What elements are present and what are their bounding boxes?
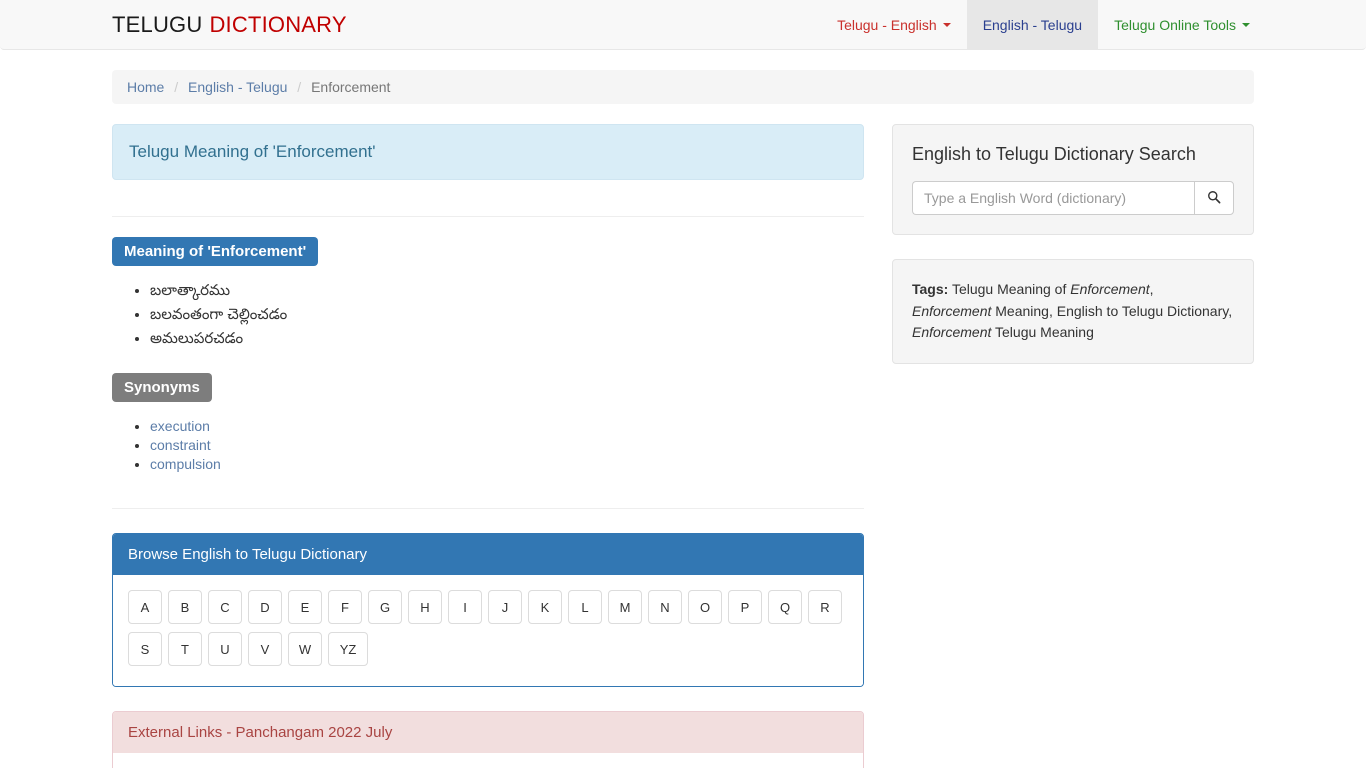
external-links-panel: External Links - Panchangam 2022 July 01… bbox=[112, 711, 864, 768]
main-content: Telugu Meaning of 'Enforcement' Meaning … bbox=[112, 124, 864, 768]
letter-button-i[interactable]: I bbox=[448, 590, 482, 625]
breadcrumb-section[interactable]: English - Telugu bbox=[188, 79, 287, 95]
browse-panel-title: Browse English to Telugu Dictionary bbox=[113, 534, 863, 576]
site-logo[interactable]: TELUGU DICTIONARY bbox=[0, 0, 347, 49]
letter-button-o[interactable]: O bbox=[688, 590, 722, 625]
tags-text-2: , bbox=[1149, 281, 1154, 297]
synonyms-section: Synonyms execution constraint compulsion bbox=[112, 373, 864, 472]
synonym-link-compulsion[interactable]: compulsion bbox=[150, 456, 221, 472]
list-item: అమలుపరచడం bbox=[150, 328, 864, 350]
list-item: constraint bbox=[150, 437, 864, 453]
letter-button-l[interactable]: L bbox=[568, 590, 602, 625]
breadcrumb-separator: / bbox=[297, 79, 302, 95]
letter-button-m[interactable]: M bbox=[608, 590, 642, 625]
letter-button-c[interactable]: C bbox=[208, 590, 242, 625]
synonyms-heading: Synonyms bbox=[112, 373, 212, 403]
letter-button-t[interactable]: T bbox=[168, 632, 202, 667]
browse-dictionary-panel: Browse English to Telugu Dictionary A B … bbox=[112, 533, 864, 688]
divider bbox=[112, 216, 864, 217]
letter-button-q[interactable]: Q bbox=[768, 590, 802, 625]
page-title: Telugu Meaning of 'Enforcement' bbox=[112, 124, 864, 180]
tags-text-3: Meaning, English to Telugu Dictionary, bbox=[991, 302, 1233, 319]
chevron-down-icon bbox=[942, 22, 951, 27]
tags-label: Tags: bbox=[912, 281, 949, 297]
letter-button-b[interactable]: B bbox=[168, 590, 202, 625]
synonym-link-execution[interactable]: execution bbox=[150, 418, 210, 434]
nav-item-telugu-online-tools[interactable]: Telugu Online Tools bbox=[1098, 0, 1266, 49]
logo-text-primary: TELUGU bbox=[112, 11, 203, 37]
browse-panel-body: A B C D E F G H I J K L M N O P Q R S T … bbox=[113, 575, 863, 687]
letter-button-f[interactable]: F bbox=[328, 590, 362, 625]
nav-label: Telugu Online Tools bbox=[1114, 16, 1236, 33]
breadcrumb-home[interactable]: Home bbox=[127, 79, 164, 95]
meaning-list: బలాత్కారము బలవంతంగా చెల్లించడం అమలుపరచడం bbox=[112, 280, 864, 349]
chevron-down-icon bbox=[1242, 22, 1250, 27]
nav-label: Telugu - English bbox=[837, 16, 937, 33]
search-button[interactable] bbox=[1194, 181, 1234, 215]
breadcrumb-current: Enforcement bbox=[311, 79, 391, 95]
sidebar: English to Telugu Dictionary Search Type… bbox=[892, 124, 1254, 388]
letter-button-e[interactable]: E bbox=[288, 590, 322, 625]
external-panel-title: External Links - Panchangam 2022 July bbox=[113, 712, 863, 754]
tags-emphasis-3: Enforcement bbox=[912, 324, 992, 341]
content-row: Telugu Meaning of 'Enforcement' Meaning … bbox=[112, 124, 1254, 768]
list-item: compulsion bbox=[150, 456, 864, 472]
letter-button-n[interactable]: N bbox=[648, 590, 682, 625]
synonyms-list: execution constraint compulsion bbox=[112, 418, 864, 472]
letter-button-s[interactable]: S bbox=[128, 632, 162, 667]
search-panel: English to Telugu Dictionary Search bbox=[892, 124, 1254, 235]
letter-button-g[interactable]: G bbox=[368, 590, 402, 625]
letter-button-r[interactable]: R bbox=[808, 590, 842, 625]
external-panel-body: 01 02 03 04 05 06 07 08 09 10 11 12 13 1… bbox=[113, 753, 863, 768]
letter-button-a[interactable]: A bbox=[128, 590, 162, 625]
search-icon bbox=[1207, 190, 1221, 207]
tags-emphasis-1: Enforcement bbox=[1070, 281, 1150, 297]
alphabet-button-grid: A B C D E F G H I J K L M N O P Q R S T … bbox=[128, 590, 848, 674]
tags-text-4: Telugu Meaning bbox=[991, 324, 1094, 341]
meaning-section: Meaning of 'Enforcement' బలాత్కారము బలవం… bbox=[112, 237, 864, 349]
divider bbox=[112, 508, 864, 510]
main-navigation: Telugu - English English - Telugu Telugu… bbox=[821, 0, 1366, 49]
letter-button-p[interactable]: P bbox=[728, 590, 762, 625]
search-input-group bbox=[912, 181, 1234, 215]
letter-button-h[interactable]: H bbox=[408, 590, 442, 625]
list-item: execution bbox=[150, 418, 864, 434]
letter-button-j[interactable]: J bbox=[488, 590, 522, 625]
letter-button-u[interactable]: U bbox=[208, 632, 242, 667]
tags-emphasis-2: Enforcement bbox=[912, 302, 992, 319]
tags-panel: Tags: Telugu Meaning of Enforcement, Enf… bbox=[892, 259, 1254, 365]
site-header: TELUGU DICTIONARY Telugu - English Engli… bbox=[0, 0, 1366, 50]
search-panel-title: English to Telugu Dictionary Search bbox=[912, 144, 1196, 164]
breadcrumb: Home / English - Telugu / Enforcement bbox=[112, 70, 1254, 104]
letter-button-k[interactable]: K bbox=[528, 590, 562, 625]
meaning-heading: Meaning of 'Enforcement' bbox=[112, 237, 319, 266]
nav-label: English - Telugu bbox=[982, 16, 1083, 33]
list-item: బలవంతంగా చెల్లించడం bbox=[150, 304, 864, 326]
synonym-link-constraint[interactable]: constraint bbox=[150, 437, 211, 453]
logo-text-secondary: DICTIONARY bbox=[209, 11, 347, 37]
letter-button-d[interactable]: D bbox=[248, 590, 282, 625]
page-container: Home / English - Telugu / Enforcement Te… bbox=[112, 50, 1254, 768]
tags-text-1: Telugu Meaning of bbox=[948, 281, 1071, 297]
nav-item-english-telugu[interactable]: English - Telugu bbox=[966, 0, 1099, 49]
nav-item-telugu-english[interactable]: Telugu - English bbox=[821, 0, 967, 49]
search-input[interactable] bbox=[912, 181, 1194, 215]
letter-button-w[interactable]: W bbox=[288, 632, 322, 667]
letter-button-yz[interactable]: YZ bbox=[328, 632, 368, 667]
letter-button-v[interactable]: V bbox=[248, 632, 282, 667]
breadcrumb-separator: / bbox=[174, 79, 179, 95]
list-item: బలాత్కారము bbox=[150, 280, 864, 302]
